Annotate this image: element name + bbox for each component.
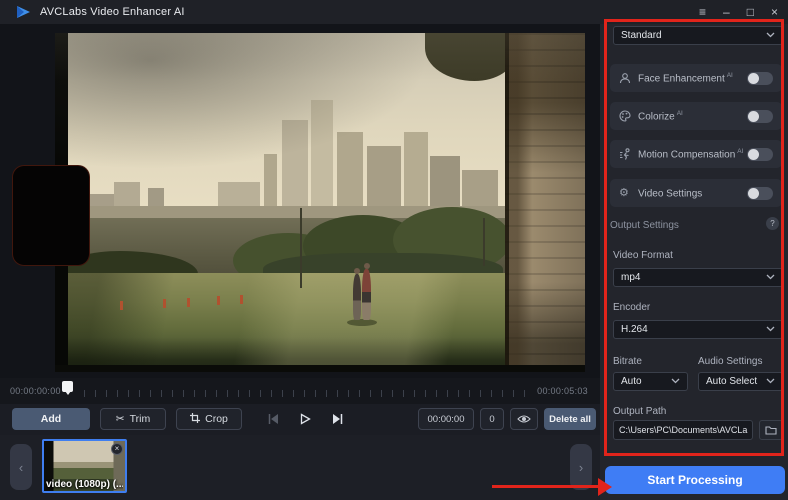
scroll-right-button[interactable]: ›: [570, 444, 592, 490]
bitrate-label: Bitrate: [613, 356, 642, 367]
eye-icon: [517, 414, 531, 424]
bitrate-dropdown[interactable]: Auto: [613, 372, 688, 391]
city-skyline: [68, 88, 505, 220]
chevron-down-icon: [671, 376, 680, 387]
preview-eye-button[interactable]: [510, 408, 538, 430]
minimize-icon[interactable]: –: [723, 6, 730, 18]
audio-settings-dropdown[interactable]: Auto Select: [698, 372, 783, 391]
toggle-label: Face EnhancementAI: [638, 72, 733, 84]
crop-icon: [190, 413, 200, 426]
output-path-input[interactable]: C:\Users\PC\Documents\AVCLa: [613, 420, 753, 440]
lamp-post: [300, 208, 302, 288]
film-edge: [55, 365, 585, 372]
bridge-pylon: [505, 33, 585, 372]
video-format-dropdown[interactable]: mp4: [613, 268, 783, 287]
highlight-arrow: [492, 485, 600, 488]
ai-badge: AI: [677, 110, 683, 117]
chevron-down-icon: [766, 30, 775, 41]
close-icon[interactable]: ×: [771, 6, 778, 18]
video-format-label: Video Format: [613, 250, 673, 261]
add-button[interactable]: Add: [12, 408, 90, 430]
colorize-card: ColorizeAI: [610, 102, 782, 130]
app-title: AVCLabs Video Enhancer AI: [40, 6, 185, 18]
ai-badge: AI: [737, 148, 743, 155]
person: [353, 274, 361, 320]
previous-frame-button[interactable]: [262, 410, 284, 428]
video-settings-toggle[interactable]: [747, 187, 773, 200]
video-settings-card: ⚙ Video Settings: [610, 179, 782, 207]
face-icon: [619, 72, 632, 84]
ai-badge: AI: [727, 72, 733, 79]
timeline-total-time: 00:00:05:03: [537, 386, 588, 396]
toggle-label: ColorizeAI: [638, 110, 683, 122]
encoder-dropdown[interactable]: H.264: [613, 320, 783, 339]
trim-button[interactable]: ✂ Trim: [100, 408, 166, 430]
video-stage: [0, 24, 600, 378]
gear-icon: ⚙: [619, 188, 632, 199]
crop-button[interactable]: Crop: [176, 408, 242, 430]
play-button[interactable]: [294, 410, 316, 428]
titlebar: AVCLabs Video Enhancer AI ≡ – □ ×: [0, 0, 788, 24]
window-controls: ≡ – □ ×: [699, 0, 778, 24]
scroll-left-button[interactable]: ‹: [10, 444, 32, 490]
face-enhancement-toggle[interactable]: [747, 72, 773, 85]
timeline[interactable]: 00:00:00:00 00:00:05:03: [0, 378, 600, 404]
settings-sidebar: Standard Face EnhancementAI ColorizeAI M…: [600, 24, 788, 500]
timeline-current-time: 00:00:00:00: [10, 386, 61, 396]
thumbnail-close-icon[interactable]: ×: [111, 443, 123, 455]
highlight-arrow-head: [598, 478, 612, 496]
chevron-down-icon: [766, 376, 775, 387]
lamp-post: [483, 218, 485, 266]
start-processing-button[interactable]: Start Processing: [605, 466, 785, 494]
delete-all-button[interactable]: Delete all: [544, 408, 596, 430]
output-settings-header: Output Settings: [610, 220, 679, 231]
couple-shadow: [347, 319, 377, 326]
chevron-down-icon: [766, 324, 775, 335]
menu-icon[interactable]: ≡: [699, 6, 706, 18]
person-head: [364, 263, 370, 269]
chevron-down-icon: [766, 272, 775, 283]
help-icon[interactable]: ?: [766, 217, 779, 230]
audio-settings-label: Audio Settings: [698, 356, 763, 367]
colorize-toggle[interactable]: [747, 110, 773, 123]
black-overlay-box: [12, 165, 90, 266]
app-window: AVCLabs Video Enhancer AI ≡ – □ ×: [0, 0, 788, 500]
preset-dropdown[interactable]: Standard: [613, 26, 783, 45]
person: [362, 269, 371, 320]
next-frame-button[interactable]: [326, 410, 348, 428]
folder-icon: [765, 425, 777, 435]
maximize-icon[interactable]: □: [747, 6, 754, 18]
face-enhancement-card: Face EnhancementAI: [610, 64, 782, 92]
timeline-ruler[interactable]: [84, 390, 526, 397]
browse-folder-button[interactable]: [759, 420, 783, 440]
chevron-right-icon: ›: [579, 460, 583, 475]
thumbnail-caption: video (1080p) (...: [46, 479, 123, 490]
person-head: [354, 268, 360, 274]
motion-icon: [619, 148, 632, 160]
toolbar: Add ✂ Trim Crop 00:00:00 0 Delete all: [0, 404, 600, 435]
chevron-left-icon: ‹: [19, 460, 23, 475]
toggle-label: Video Settings: [638, 187, 704, 199]
time-input[interactable]: 00:00:00: [418, 408, 474, 430]
encoder-label: Encoder: [613, 302, 650, 313]
video-preview: [55, 33, 585, 372]
frame-counter-input[interactable]: 0: [480, 408, 504, 430]
scissors-icon: ✂: [116, 413, 125, 425]
filmstrip: ‹ video (1080p) (... × ›: [0, 435, 600, 500]
output-path-label: Output Path: [613, 406, 666, 417]
motion-compensation-card: Motion CompensationAI: [610, 140, 782, 168]
toggle-label: Motion CompensationAI: [638, 148, 743, 160]
motion-compensation-toggle[interactable]: [747, 148, 773, 161]
palette-icon: [619, 110, 632, 122]
video-thumbnail[interactable]: video (1080p) (... ×: [42, 439, 127, 493]
app-logo-icon: [16, 5, 31, 24]
playhead-marker[interactable]: [62, 381, 73, 392]
